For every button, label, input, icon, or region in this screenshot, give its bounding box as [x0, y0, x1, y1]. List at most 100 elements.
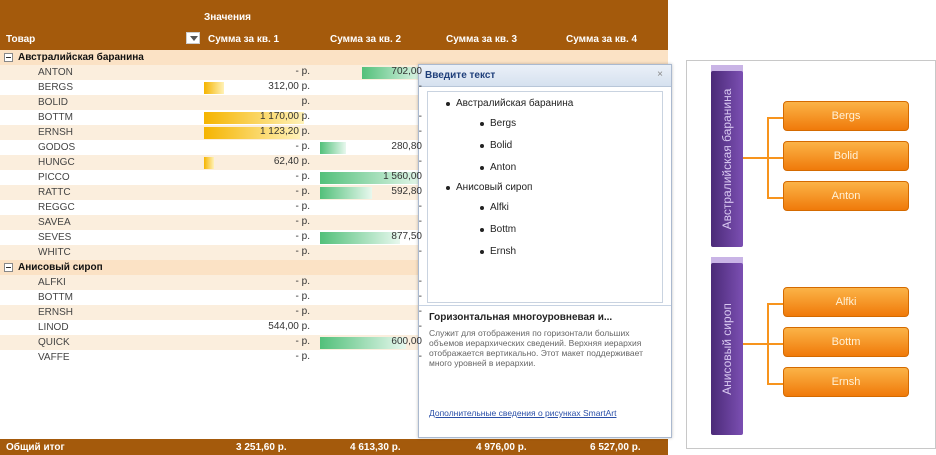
q1-value: - р.	[295, 171, 310, 182]
smartart-item-shape[interactable]: Ernsh	[783, 367, 909, 397]
smartart-group-shape[interactable]: Австралийская баранина	[711, 71, 743, 247]
list-item[interactable]: Анисовый сироп	[446, 182, 533, 193]
col-header-q3[interactable]: Сумма за кв. 3	[446, 34, 517, 45]
row-name: ERNSH	[38, 307, 74, 318]
connector-line	[743, 343, 767, 345]
smartart-text-pane[interactable]: Введите текст × Австралийская баранина B…	[418, 64, 672, 438]
q1-value: - р.	[295, 291, 310, 302]
row-header[interactable]: Товар	[6, 34, 35, 45]
smartart-item-shape[interactable]: Bergs	[783, 101, 909, 131]
smartart-canvas[interactable]: Австралийская баранина Bergs Bolid Anton…	[686, 60, 936, 449]
text-pane-list[interactable]: Австралийская баранина Bergs Bolid Anton…	[427, 91, 663, 303]
group-row[interactable]: Австралийская баранина	[0, 50, 668, 65]
data-bar	[320, 232, 400, 244]
q2-value	[422, 96, 424, 107]
q2-value: 600,00	[391, 336, 422, 347]
row-name: ALFKI	[38, 277, 66, 288]
q2-value: 1 560,00	[383, 171, 422, 182]
smartart-item-shape[interactable]: Anton	[783, 181, 909, 211]
collapse-icon[interactable]	[4, 53, 13, 62]
q1-value: - р.	[295, 231, 310, 242]
q1-value: 62,40 р.	[273, 156, 310, 167]
list-item[interactable]: Bottm	[480, 224, 517, 235]
list-item[interactable]: Bolid	[480, 140, 512, 151]
row-name: ANTON	[38, 67, 73, 78]
row-name: QUICK	[38, 337, 70, 348]
text-pane-titlebar: Введите текст ×	[419, 65, 671, 87]
row-name: ERNSH	[38, 127, 74, 138]
row-name: RATTC	[38, 187, 71, 198]
q1-value: 544,00 р.	[268, 321, 310, 332]
close-icon[interactable]: ×	[655, 70, 665, 80]
q2-value: -	[418, 126, 422, 137]
row-name: SAVEA	[38, 217, 71, 228]
total-q4: 6 527,00 р.	[590, 442, 641, 453]
q2-value: -	[418, 351, 422, 362]
layout-description: Горизонтальная многоуровневая и... Служи…	[419, 305, 671, 437]
smartart-item-shape[interactable]: Bolid	[783, 141, 909, 171]
data-bar	[320, 142, 346, 154]
pivot-header: Значения Товар Сумма за кв. 1 Сумма за к…	[0, 0, 668, 50]
smartart-item-shape[interactable]: Bottm	[783, 327, 909, 357]
smartart-group-label: Австралийская баранина	[720, 88, 734, 230]
connector-line	[743, 157, 767, 159]
q2-value: -	[418, 156, 422, 167]
data-bar	[204, 157, 214, 169]
values-label: Значения	[204, 12, 252, 23]
layout-description-text: Служит для отображения по горизонтали бо…	[429, 328, 643, 368]
q1-value: - р.	[295, 351, 310, 362]
q1-value: - р.	[295, 141, 310, 152]
list-item-text: Анисовый сироп	[456, 182, 533, 193]
more-info-link[interactable]: Дополнительные сведения о рисунках Smart…	[429, 408, 659, 418]
smartart-item-shape[interactable]: Alfki	[783, 287, 909, 317]
q1-value: - р.	[295, 201, 310, 212]
smartart-group-shape[interactable]: Анисовый сироп	[711, 263, 743, 435]
total-q2: 4 613,30 р.	[350, 442, 401, 453]
list-item[interactable]: Bergs	[480, 118, 516, 129]
col-header-q1[interactable]: Сумма за кв. 1	[208, 34, 279, 45]
list-item[interactable]: Anton	[480, 162, 516, 173]
row-name: VAFFE	[38, 352, 70, 363]
q1-value: 1 170,00 р.	[259, 111, 310, 122]
row-name: BOTTM	[38, 292, 73, 303]
q1-value: - р.	[295, 66, 310, 77]
row-name: BOLID	[38, 97, 69, 108]
list-item-text: Alfki	[490, 202, 509, 213]
grand-total-row: Общий итог 3 251,60 р. 4 613,30 р. 4 976…	[0, 439, 668, 455]
q1-value: - р.	[295, 216, 310, 227]
q1-value: - р.	[295, 276, 310, 287]
q1-value: р.	[301, 96, 310, 107]
list-item[interactable]: Alfki	[480, 202, 509, 213]
q1-value: 1 123,20 р.	[259, 126, 310, 137]
list-item-text: Bottm	[490, 224, 517, 235]
row-name: LINOD	[38, 322, 69, 333]
layout-name: Горизонтальная многоуровневая и...	[429, 312, 613, 323]
q2-value: -	[418, 291, 422, 302]
total-q1: 3 251,60 р.	[236, 442, 287, 453]
q2-value: -	[418, 81, 422, 92]
connector-line	[767, 157, 783, 159]
q2-value: -	[418, 276, 422, 287]
grand-total-label: Общий итог	[6, 442, 65, 453]
connector-line	[767, 197, 783, 199]
q2-value: 280,80	[391, 141, 422, 152]
q1-value: - р.	[295, 246, 310, 257]
smartart-group-label: Анисовый сироп	[720, 303, 734, 395]
list-item[interactable]: Ernsh	[480, 246, 516, 257]
q2-value: -	[418, 306, 422, 317]
row-name: REGGC	[38, 202, 75, 213]
q2-value: 877,50	[391, 231, 422, 242]
total-q3: 4 976,00 р.	[476, 442, 527, 453]
col-header-q2[interactable]: Сумма за кв. 2	[330, 34, 401, 45]
group-name: Анисовый сироп	[18, 262, 103, 273]
col-header-q4[interactable]: Сумма за кв. 4	[566, 34, 637, 45]
q2-value: -	[418, 111, 422, 122]
row-name: GODOS	[38, 142, 76, 153]
filter-dropdown-icon[interactable]	[186, 32, 200, 44]
connector-line	[767, 343, 783, 345]
list-item[interactable]: Австралийская баранина	[446, 98, 573, 109]
row-name: SEVES	[38, 232, 72, 243]
row-name: BOTTM	[38, 112, 73, 123]
collapse-icon[interactable]	[4, 263, 13, 272]
group-name: Австралийская баранина	[18, 52, 144, 63]
